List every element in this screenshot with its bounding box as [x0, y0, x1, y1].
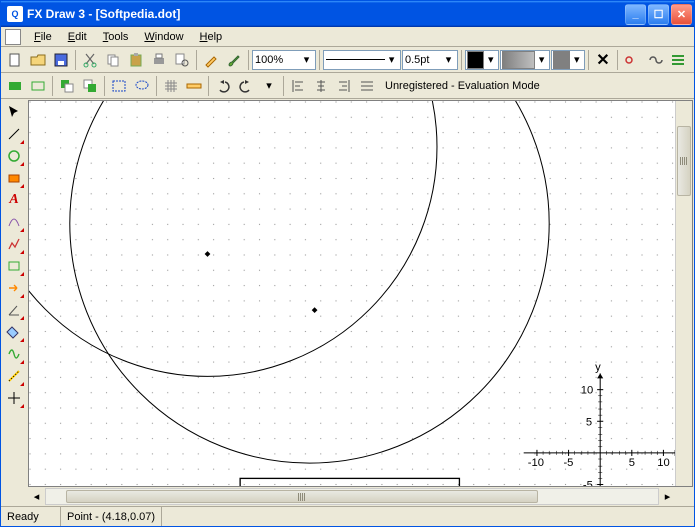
- print-button[interactable]: [148, 49, 170, 71]
- scrollbar-thumb[interactable]: [677, 126, 691, 196]
- menu-bar: File Edit Tools Window Help: [1, 27, 694, 47]
- scrollbar-thumb[interactable]: [66, 490, 538, 503]
- window-title: FX Draw 3 - [Softpedia.dot]: [27, 7, 625, 21]
- toolbar-shapes: ▾ Unregistered - Evaluation Mode: [1, 73, 694, 99]
- curve-tool[interactable]: [3, 211, 25, 233]
- undo-button[interactable]: [212, 75, 234, 97]
- svg-text:10: 10: [581, 385, 593, 397]
- pattern-combo[interactable]: ▾: [551, 50, 585, 70]
- save-button[interactable]: [50, 49, 72, 71]
- minimize-button[interactable]: _: [625, 4, 646, 25]
- polygon-tool[interactable]: [3, 167, 25, 189]
- align-center-button[interactable]: [310, 75, 332, 97]
- fill-color-swatch: [467, 51, 484, 69]
- edit-tool-button[interactable]: [200, 49, 222, 71]
- registration-status: Unregistered - Evaluation Mode: [385, 80, 540, 92]
- settings-button[interactable]: [667, 49, 689, 71]
- zoom-value: 100%: [255, 54, 300, 66]
- grid-button[interactable]: [160, 75, 182, 97]
- maximize-button[interactable]: ☐: [648, 4, 669, 25]
- brush-button[interactable]: [223, 49, 245, 71]
- select-rect-button[interactable]: [108, 75, 130, 97]
- chevron-down-icon: ▾: [300, 53, 313, 66]
- fill-color-combo[interactable]: ▾: [465, 50, 499, 70]
- measure-tool[interactable]: [3, 365, 25, 387]
- line-style-combo[interactable]: ▾: [323, 50, 401, 70]
- function-tool[interactable]: [3, 343, 25, 365]
- chevron-down-icon: ▾: [266, 79, 272, 92]
- menu-edit[interactable]: Edit: [61, 29, 94, 45]
- line-preview: [326, 59, 385, 60]
- menu-tools[interactable]: Tools: [96, 29, 136, 45]
- line-weight-value: 0.5pt: [405, 54, 442, 66]
- menu-help[interactable]: Help: [193, 29, 230, 45]
- canvas-viewport[interactable]: x y -10-5 510 105 -5-10: [28, 100, 693, 487]
- tool-palette: A: [1, 99, 27, 506]
- text-tool[interactable]: A: [3, 189, 25, 211]
- vertical-scrollbar[interactable]: [675, 101, 692, 486]
- chevron-down-icon: ▾: [570, 53, 583, 66]
- status-coords: Point - (4.18,0.07): [61, 507, 162, 526]
- svg-text:y: y: [595, 361, 601, 373]
- open-button[interactable]: [27, 49, 49, 71]
- svg-text:-5: -5: [583, 480, 593, 487]
- undo-dd-button[interactable]: ▾: [258, 75, 280, 97]
- new-button[interactable]: [4, 49, 26, 71]
- svg-text:5: 5: [586, 416, 592, 428]
- rect-green-button[interactable]: [4, 75, 26, 97]
- align-right-button[interactable]: [333, 75, 355, 97]
- menu-window[interactable]: Window: [137, 29, 190, 45]
- angle-tool[interactable]: [3, 299, 25, 321]
- redo-button[interactable]: [235, 75, 257, 97]
- link-button[interactable]: [621, 49, 643, 71]
- select-lasso-button[interactable]: [131, 75, 153, 97]
- title-bar: Q FX Draw 3 - [Softpedia.dot] _ ☐ ✕: [1, 1, 694, 27]
- align-left-button[interactable]: [287, 75, 309, 97]
- axes-tool[interactable]: [3, 387, 25, 409]
- pointer-tool[interactable]: [3, 101, 25, 123]
- chevron-down-icon: ▾: [535, 53, 548, 66]
- horizontal-scrollbar[interactable]: ◂ ▸: [28, 488, 693, 505]
- status-ready: Ready: [1, 507, 61, 526]
- work-area: A: [1, 99, 694, 506]
- drawing-canvas[interactable]: x y -10-5 510 105 -5-10: [29, 101, 692, 487]
- line-weight-combo[interactable]: 0.5pt ▾: [402, 50, 458, 70]
- chain-button[interactable]: [644, 49, 666, 71]
- canvas-container: x y -10-5 510 105 -5-10 ◂ ▸: [27, 99, 694, 506]
- close-button[interactable]: ✕: [671, 4, 692, 25]
- copy-button[interactable]: [102, 49, 124, 71]
- document-icon: [5, 29, 21, 45]
- svg-text:-10: -10: [528, 457, 544, 469]
- graph-tool[interactable]: [3, 233, 25, 255]
- cut-button[interactable]: [79, 49, 101, 71]
- arrow-tool[interactable]: [3, 277, 25, 299]
- print-preview-button[interactable]: [171, 49, 193, 71]
- paste-button[interactable]: [125, 49, 147, 71]
- zoom-combo[interactable]: 100% ▾: [252, 50, 316, 70]
- chevron-down-icon: ▾: [484, 53, 497, 66]
- svg-text:-5: -5: [563, 457, 573, 469]
- send-back-button[interactable]: [56, 75, 78, 97]
- menu-file[interactable]: File: [27, 29, 59, 45]
- toolbar-main: 100% ▾ ▾ 0.5pt ▾ ▾ ▾ ▾ ✕: [1, 47, 694, 73]
- svg-text:10: 10: [657, 457, 669, 469]
- shape-tool[interactable]: [3, 255, 25, 277]
- line-tool[interactable]: [3, 123, 25, 145]
- chevron-down-icon: ▾: [385, 53, 398, 66]
- svg-text:5: 5: [629, 457, 635, 469]
- pattern-swatch: [553, 51, 570, 69]
- stroke-color-combo[interactable]: ▾: [500, 50, 550, 70]
- delete-button[interactable]: ✕: [592, 49, 614, 71]
- stroke-color-swatch: [502, 51, 535, 69]
- circle-tool[interactable]: [3, 145, 25, 167]
- rect-outline-button[interactable]: [27, 75, 49, 97]
- fill-tool[interactable]: [3, 321, 25, 343]
- chevron-down-icon: ▾: [442, 53, 455, 66]
- status-bar: Ready Point - (4.18,0.07): [1, 506, 694, 526]
- distribute-button[interactable]: [356, 75, 378, 97]
- ruler-button[interactable]: [183, 75, 205, 97]
- bring-front-button[interactable]: [79, 75, 101, 97]
- app-icon: Q: [7, 6, 23, 22]
